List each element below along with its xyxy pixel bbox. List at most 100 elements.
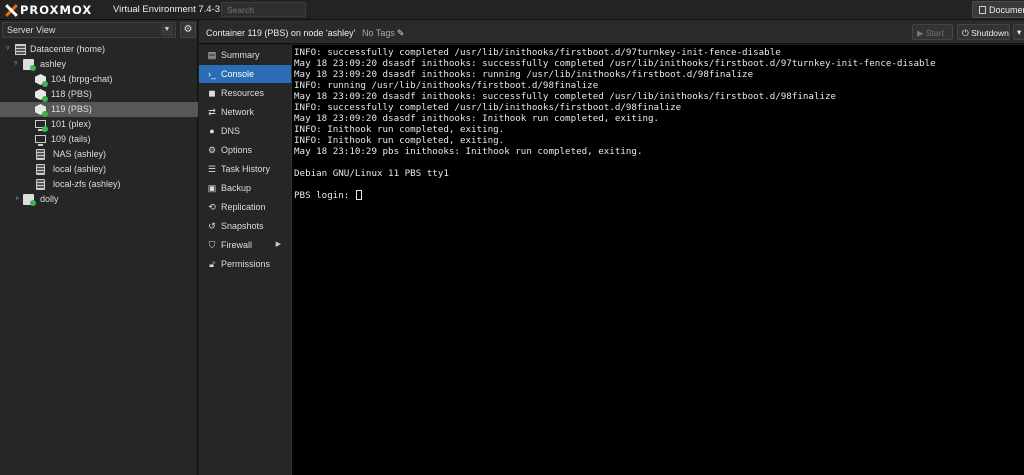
console-line: May 18 23:09:20 dsasdf inithooks: succes… bbox=[294, 91, 837, 102]
chevron-down-icon: ▾ bbox=[1017, 27, 1022, 37]
tree-item-container-119[interactable]: 119 (PBS) bbox=[0, 102, 198, 117]
menu-item-label: Firewall bbox=[221, 240, 253, 250]
console-login-line: PBS login: bbox=[294, 190, 362, 201]
console-line: INFO: successfully completed /usr/lib/in… bbox=[294, 47, 781, 58]
tree-item-label: local (ashley) bbox=[53, 164, 107, 174]
menu-item-label: DNS bbox=[221, 126, 241, 136]
tree-item-label: dolly bbox=[40, 194, 59, 204]
tags-label: No Tags bbox=[362, 28, 395, 38]
tree-item-storage-nas[interactable]: NAS (ashley) bbox=[0, 147, 198, 162]
console-line: May 18 23:09:20 dsasdf inithooks: succes… bbox=[294, 58, 936, 69]
pencil-icon[interactable]: ✎ bbox=[397, 28, 405, 38]
datacenter-icon bbox=[15, 44, 26, 55]
shutdown-dropdown-button[interactable]: ▾ bbox=[1013, 24, 1024, 40]
console-line: INFO: successfully completed /usr/lib/in… bbox=[294, 102, 682, 113]
chevron-down-icon[interactable]: ▼ bbox=[161, 24, 173, 36]
tree-item-container-118[interactable]: 118 (PBS) bbox=[0, 87, 198, 102]
menu-item-label: Options bbox=[221, 145, 253, 155]
shield-icon: ⛉ bbox=[208, 240, 216, 250]
console-line: May 18 23:10:29 pbs inithooks: Inithook … bbox=[294, 146, 643, 157]
view-selector-label: Server View bbox=[7, 25, 56, 35]
menu-item-label: Task History bbox=[221, 164, 271, 174]
proxmox-logo[interactable]: PROXMOX bbox=[4, 3, 92, 17]
search-input[interactable] bbox=[221, 2, 306, 17]
menu-item-label: Snapshots bbox=[221, 221, 264, 231]
menu-item-resources[interactable]: ◼ Resources bbox=[199, 84, 291, 102]
tree-item-storage-local-zfs[interactable]: local-zfs (ashley) bbox=[0, 177, 198, 192]
shutdown-button[interactable]: ⏻ Shutdown bbox=[957, 24, 1010, 40]
terminal-icon: ›_ bbox=[207, 69, 216, 79]
book-icon: ▤ bbox=[207, 50, 217, 60]
menu-item-label: Backup bbox=[221, 183, 252, 193]
documentation-label: Documentation bbox=[989, 5, 1024, 15]
gear-icon: ⚙ bbox=[207, 145, 217, 155]
menu-item-replication[interactable]: ⟲ Replication bbox=[199, 198, 291, 216]
menu-item-task-history[interactable]: ☰ Task History bbox=[199, 160, 291, 178]
console-line: May 18 23:09:20 dsasdf inithooks: runnin… bbox=[294, 69, 754, 80]
resource-tree-panel: Server View ▼ ⚙ ▿ Datacenter (home) ▿ as… bbox=[0, 20, 198, 475]
play-icon: ▶ bbox=[917, 28, 926, 38]
retweet-icon: ⟲ bbox=[208, 202, 216, 212]
gear-icon[interactable]: ⚙ bbox=[180, 22, 196, 38]
menu-item-summary[interactable]: ▤ Summary bbox=[199, 46, 291, 64]
menu-item-backup[interactable]: ▣ Backup bbox=[199, 179, 291, 197]
storage-icon bbox=[36, 179, 45, 190]
menu-item-label: Network bbox=[221, 107, 255, 117]
menu-item-permissions[interactable]: 🔓︎ Permissions bbox=[199, 255, 291, 273]
node-online-icon bbox=[23, 194, 36, 206]
menu-item-console[interactable]: ›_ Console bbox=[199, 65, 291, 83]
tree-item-label: NAS (ashley) bbox=[53, 149, 107, 159]
menu-item-label: Permissions bbox=[221, 259, 271, 269]
storage-icon bbox=[36, 164, 45, 175]
floppy-icon: ▣ bbox=[207, 183, 217, 193]
menu-item-firewall[interactable]: ⛉ Firewall ▶ bbox=[199, 236, 291, 254]
login-prompt: PBS login: bbox=[294, 190, 355, 201]
storage-icon bbox=[36, 149, 45, 160]
vm-stopped-icon bbox=[35, 135, 46, 146]
tree-item-label: 101 (plex) bbox=[51, 119, 92, 129]
container-running-icon bbox=[35, 104, 48, 117]
start-label: Start bbox=[925, 28, 944, 38]
book-icon bbox=[979, 6, 986, 14]
tree-item-label: local-zfs (ashley) bbox=[53, 179, 121, 189]
tree-item-datacenter[interactable]: ▿ Datacenter (home) bbox=[0, 42, 198, 57]
collapse-toggle-icon[interactable]: ▿ bbox=[14, 59, 22, 67]
tree-item-node-dolly[interactable]: ▹ dolly bbox=[0, 192, 198, 207]
proxmox-x-icon bbox=[4, 4, 18, 17]
console-line: INFO: Inithook run completed, exiting. bbox=[294, 135, 505, 146]
tags-editor[interactable]: No Tags ✎ bbox=[362, 28, 404, 39]
globe-icon: ● bbox=[209, 126, 215, 136]
tree-item-storage-local[interactable]: local (ashley) bbox=[0, 162, 198, 177]
tree-item-vm-109[interactable]: 109 (tails) bbox=[0, 132, 198, 147]
view-selector[interactable]: Server View ▼ bbox=[2, 22, 176, 38]
collapse-toggle-icon[interactable]: ▿ bbox=[6, 44, 14, 52]
console-terminal[interactable]: INFO: successfully completed /usr/lib/in… bbox=[291, 45, 1024, 475]
menu-item-label: Console bbox=[221, 69, 255, 79]
tree-item-vm-101[interactable]: 101 (plex) bbox=[0, 117, 198, 132]
tree-item-node-ashley[interactable]: ▿ ashley bbox=[0, 57, 198, 72]
start-button[interactable]: ▶ Start bbox=[912, 24, 953, 40]
exchange-icon: ⇄ bbox=[208, 107, 216, 117]
page-title: Container 119 (PBS) on node 'ashley' bbox=[206, 28, 356, 38]
content-header: Container 119 (PBS) on node 'ashley' No … bbox=[199, 20, 1024, 44]
tree-item-label: Datacenter (home) bbox=[30, 44, 106, 54]
cube-icon: ◼ bbox=[208, 88, 216, 98]
version-label: Virtual Environment 7.4-3 bbox=[113, 4, 221, 15]
container-running-icon bbox=[35, 89, 48, 102]
documentation-button[interactable]: Documentation bbox=[972, 1, 1024, 18]
menu-item-network[interactable]: ⇄ Network bbox=[199, 103, 291, 121]
node-online-icon bbox=[23, 59, 36, 71]
console-line: INFO: running /usr/lib/inithooks/firstbo… bbox=[294, 80, 599, 91]
tree-item-label: 104 (brpg-chat) bbox=[51, 74, 113, 84]
menu-item-options[interactable]: ⚙ Options bbox=[199, 141, 291, 159]
menu-item-dns[interactable]: ● DNS bbox=[199, 122, 291, 140]
tree-item-label: 109 (tails) bbox=[51, 134, 91, 144]
tree-item-container-104[interactable]: 104 (brpg-chat) bbox=[0, 72, 198, 87]
console-line: May 18 23:09:20 dsasdf inithooks: Initho… bbox=[294, 113, 660, 124]
menu-item-label: Replication bbox=[221, 202, 266, 212]
logo-text: PROXMOX bbox=[20, 3, 93, 17]
unlock-icon: 🔓︎ bbox=[209, 259, 215, 269]
menu-item-snapshots[interactable]: ↺ Snapshots bbox=[199, 217, 291, 235]
tree-item-label: ashley bbox=[40, 59, 67, 69]
menu-item-label: Summary bbox=[221, 50, 260, 60]
